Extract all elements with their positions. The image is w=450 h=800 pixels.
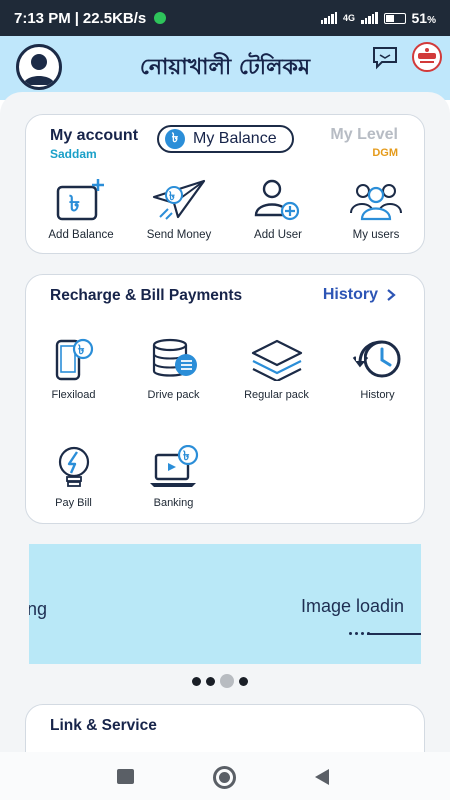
status-bar: 7:13 PM | 22.5KB/s 4G 51% [0,0,450,36]
add-balance-label: Add Balance [48,229,114,241]
flexiload-label: Flexiload [51,389,96,401]
account-username: Saddam [50,147,97,161]
recharge-title: Recharge & Bill Payments [50,287,243,304]
pay-bill-button[interactable]: Pay Bill [26,445,121,509]
history-label: History [360,389,395,401]
send-money-icon: ৳ [152,179,206,220]
taka-icon: ৳ [165,129,185,149]
pager-dot-active[interactable] [220,674,234,688]
banner-text-prev: ng [29,599,48,619]
pager-dot[interactable] [192,676,201,686]
battery-icon [383,12,406,24]
back-button[interactable] [315,769,329,785]
level-title: My Level [330,126,398,143]
history-link[interactable]: History [323,286,396,304]
add-user-icon [254,179,300,221]
pay-bill-label: Pay Bill [55,497,92,509]
svg-text:৳: ৳ [169,189,175,203]
recent-apps-button[interactable] [117,769,134,784]
add-balance-button[interactable]: ৳ Add Balance [36,177,126,241]
app-notification-icon [154,12,167,24]
pager-dot[interactable] [239,676,248,686]
regular-pack-label: Regular pack [244,389,309,401]
drive-pack-button[interactable]: Drive pack [126,337,221,401]
history-button[interactable]: History [330,337,425,401]
send-money-button[interactable]: ৳ Send Money [134,177,224,241]
status-separator: | [74,9,79,27]
history-icon [352,340,400,378]
pager-dot[interactable] [206,676,215,686]
banner-pager [192,674,248,688]
flexiload-icon: ৳ [55,338,93,381]
balance-label: My Balance [193,130,277,147]
promo-banner[interactable]: ng Image loadin [29,544,421,664]
pay-bill-icon [58,446,89,487]
account-title: My account [50,127,139,144]
system-nav-bar [0,752,450,800]
history-link-label: History [322,286,378,303]
add-user-button[interactable]: Add User [233,177,323,241]
my-users-button[interactable]: My users [331,177,421,241]
battery-percent: 51% [411,10,436,26]
status-time: 7:13 PM [14,9,71,27]
level-value: DGM [372,147,398,159]
regular-pack-button[interactable]: Regular pack [229,337,324,401]
my-users-label: My users [352,229,400,241]
banner-text-current: Image loadin [301,596,405,616]
my-users-icon [350,184,402,221]
banking-icon: ৳ [149,445,198,487]
chevron-right-icon [387,289,396,301]
recharge-card: Recharge & Bill Payments History ৳ Flexi… [25,274,425,524]
add-user-label: Add User [254,229,302,241]
main-content: My account Saddam ৳ My Balance My Level … [0,92,450,752]
svg-text:৳: ৳ [69,192,80,217]
banking-button[interactable]: ৳ Banking [126,445,221,509]
banking-label: Banking [153,497,194,509]
network-type: 4G [343,13,356,23]
svg-text:৳: ৳ [78,343,85,358]
signal-icon [320,12,337,24]
add-balance-icon: ৳ [56,179,104,221]
regular-pack-icon [251,339,302,381]
home-button[interactable] [213,766,236,789]
my-balance-button[interactable]: ৳ My Balance [157,125,294,153]
banner-loading-line [367,633,421,635]
drive-pack-icon [152,338,197,377]
chat-icon[interactable] [372,46,398,70]
drive-pack-label: Drive pack [147,389,200,401]
link-service-title: Link & Service [50,717,157,734]
brand-logo [412,42,442,72]
flexiload-button[interactable]: ৳ Flexiload [26,337,121,401]
account-card: My account Saddam ৳ My Balance My Level … [25,114,425,254]
app-header: নোয়াখালী টেলিকম [0,36,450,100]
signal-2-icon [361,12,378,24]
send-money-label: Send Money [146,229,212,241]
link-service-card: Link & Service [25,704,425,752]
svg-text:৳: ৳ [183,449,190,464]
status-speed: 22.5KB/s [82,9,147,27]
